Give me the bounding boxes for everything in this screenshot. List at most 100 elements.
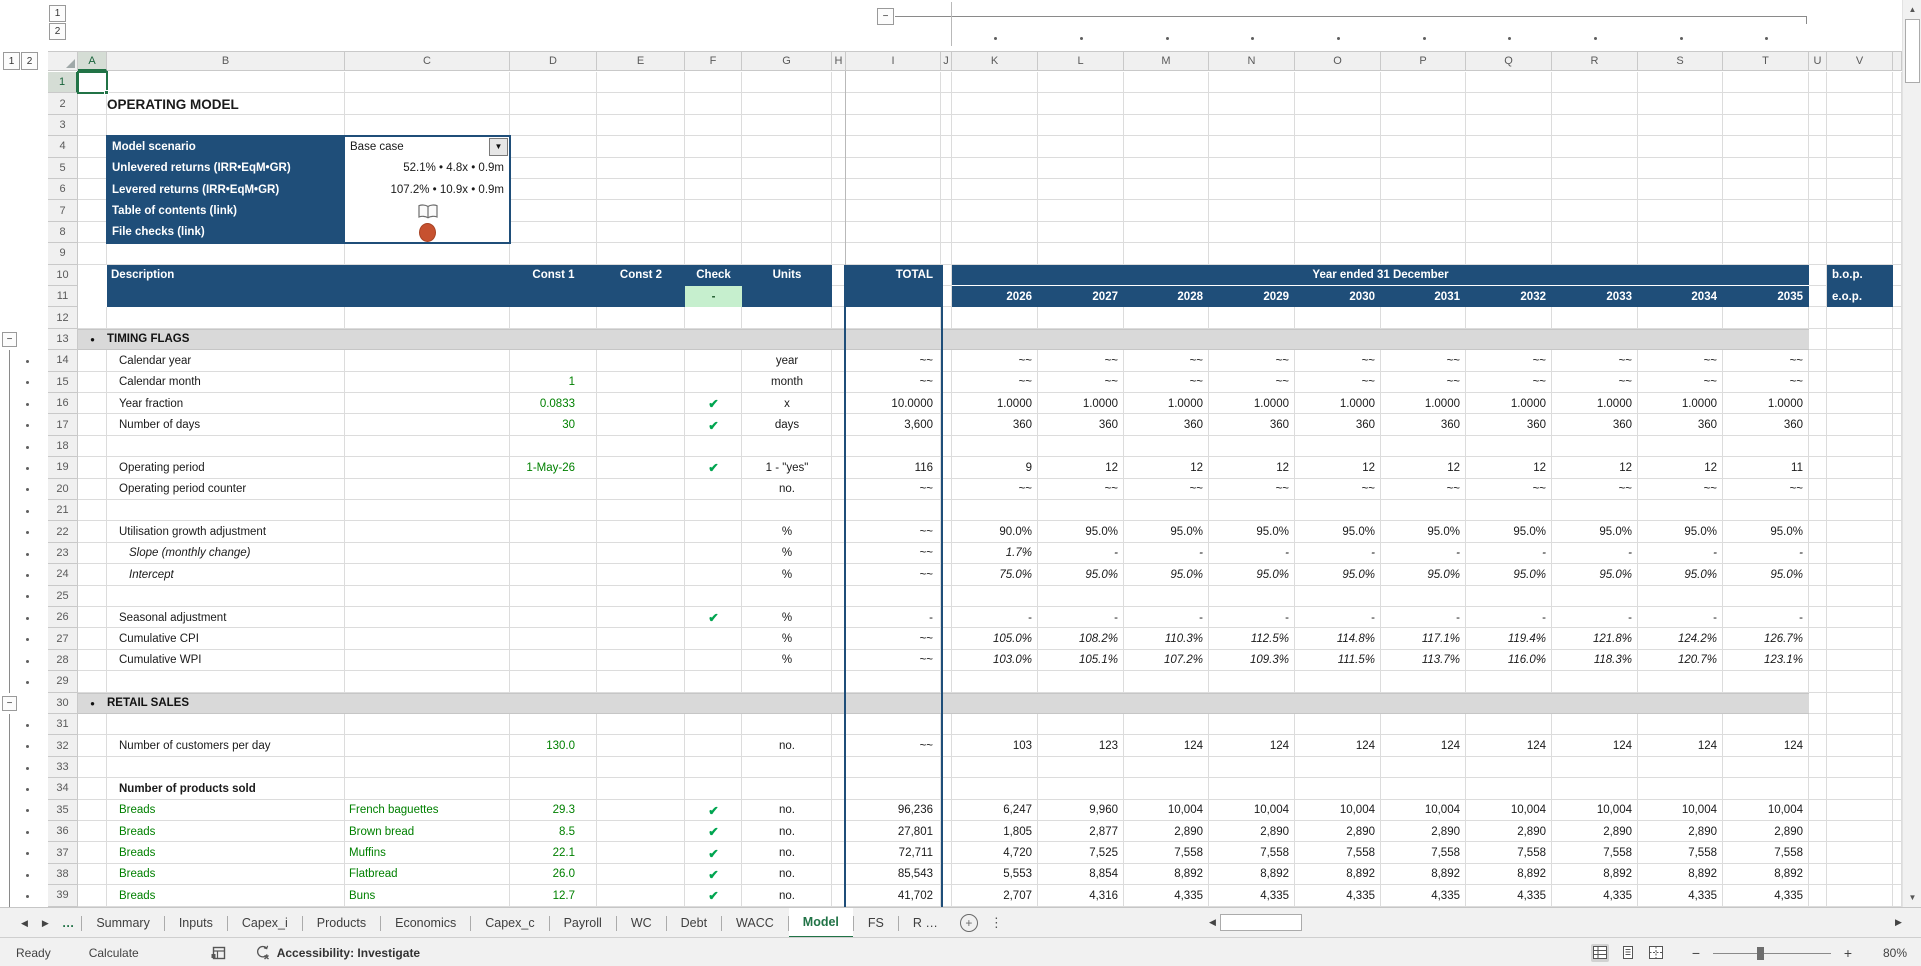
cell-S29[interactable]: [1638, 671, 1723, 693]
cell-U4[interactable]: [1809, 136, 1827, 158]
cell-A32[interactable]: [78, 735, 107, 757]
cell-N25[interactable]: [1209, 585, 1295, 607]
cell-V13[interactable]: [1827, 328, 1893, 351]
cell-P4[interactable]: [1381, 136, 1466, 158]
cell-J4[interactable]: [941, 136, 952, 158]
cell-R6[interactable]: [1552, 179, 1638, 201]
cell-I9[interactable]: [846, 243, 941, 265]
tab-nav-right-icon[interactable]: ▶: [35, 908, 56, 938]
cell-U1[interactable]: [1809, 72, 1827, 94]
cell-J28[interactable]: [941, 649, 952, 672]
cell-L4[interactable]: [1038, 136, 1124, 158]
cell-A17[interactable]: [78, 414, 107, 436]
cell-E33[interactable]: [597, 756, 685, 779]
cell-K4[interactable]: [952, 136, 1038, 158]
cell-E37[interactable]: [597, 842, 685, 864]
cell-W30[interactable]: [1893, 692, 1902, 714]
cell-E34[interactable]: [597, 778, 685, 800]
cell-V38[interactable]: [1827, 863, 1893, 886]
cell-U13[interactable]: [1809, 328, 1827, 351]
cell-E22[interactable]: [597, 521, 685, 543]
cell-L8[interactable]: [1038, 221, 1124, 244]
cell-V24[interactable]: [1827, 564, 1893, 586]
cell-V8[interactable]: [1827, 221, 1893, 244]
cell-J36[interactable]: [941, 821, 952, 843]
cell-R29[interactable]: [1552, 671, 1638, 693]
cell-E36[interactable]: [597, 821, 685, 843]
row-header-28[interactable]: 28: [48, 649, 78, 672]
cell-J18[interactable]: [941, 435, 952, 458]
sheet-tab-fs[interactable]: FS: [854, 908, 898, 938]
cell-E32[interactable]: [597, 735, 685, 757]
cell-G25[interactable]: [742, 585, 832, 607]
cell-G3[interactable]: [742, 114, 832, 137]
sheet-tab-debt[interactable]: Debt: [667, 908, 721, 938]
cell-W27[interactable]: [1893, 628, 1902, 650]
cell-A24[interactable]: [78, 564, 107, 586]
vertical-scroll-thumb[interactable]: [1905, 19, 1920, 83]
cell-W14[interactable]: [1893, 350, 1902, 372]
cell-Q6[interactable]: [1466, 179, 1552, 201]
row-header-10[interactable]: 10: [48, 264, 78, 286]
cell-E17[interactable]: [597, 414, 685, 436]
cell-F8[interactable]: [685, 221, 742, 244]
cell-N8[interactable]: [1209, 221, 1295, 244]
cell-C2[interactable]: [345, 93, 510, 115]
cell-A5[interactable]: [78, 157, 107, 179]
sheet-tab-wacc[interactable]: WACC: [722, 908, 788, 938]
cell-N7[interactable]: [1209, 200, 1295, 222]
cell-H35[interactable]: [832, 799, 846, 821]
cell-O7[interactable]: [1295, 200, 1381, 222]
scenario-dropdown-arrow-icon[interactable]: ▼: [489, 138, 508, 156]
cell-I1[interactable]: [846, 72, 941, 94]
cell-A20[interactable]: [78, 478, 107, 500]
cell-D9[interactable]: [510, 243, 597, 265]
cell-C17[interactable]: [345, 414, 510, 436]
cell-M8[interactable]: [1124, 221, 1209, 244]
macro-record-icon[interactable]: [211, 946, 226, 960]
sheet-tab-wc[interactable]: WC: [617, 908, 666, 938]
cell-U3[interactable]: [1809, 114, 1827, 137]
cell-V5[interactable]: [1827, 157, 1893, 179]
cell-U32[interactable]: [1809, 735, 1827, 757]
cell-O8[interactable]: [1295, 221, 1381, 244]
cell-D5[interactable]: [510, 157, 597, 179]
cell-Q34[interactable]: [1466, 778, 1552, 800]
cell-R34[interactable]: [1552, 778, 1638, 800]
cell-P8[interactable]: [1381, 221, 1466, 244]
cell-K1[interactable]: [952, 72, 1038, 94]
row-header-21[interactable]: 21: [48, 500, 78, 522]
cell-A37[interactable]: [78, 842, 107, 864]
cell-G18[interactable]: [742, 435, 832, 458]
cell-U28[interactable]: [1809, 649, 1827, 672]
cell-F15[interactable]: [685, 371, 742, 393]
cell-J35[interactable]: [941, 799, 952, 821]
cell-D12[interactable]: [510, 307, 597, 329]
cell-W10[interactable]: [1893, 264, 1902, 286]
cell-N5[interactable]: [1209, 157, 1295, 179]
cell-D33[interactable]: [510, 756, 597, 779]
hscroll-right-icon[interactable]: ▶: [1895, 917, 1902, 928]
cell-A15[interactable]: [78, 371, 107, 393]
cell-L9[interactable]: [1038, 243, 1124, 265]
cell-Q25[interactable]: [1466, 585, 1552, 607]
cell-W7[interactable]: [1893, 200, 1902, 222]
tab-nav-left-icon[interactable]: ◀: [14, 908, 35, 938]
cell-Q31[interactable]: [1466, 714, 1552, 736]
cell-D28[interactable]: [510, 649, 597, 672]
cell-J33[interactable]: [941, 756, 952, 779]
row-header-25[interactable]: 25: [48, 585, 78, 607]
cell-B12[interactable]: [107, 307, 345, 329]
cell-T29[interactable]: [1723, 671, 1809, 693]
cell-W33[interactable]: [1893, 756, 1902, 779]
cell-E3[interactable]: [597, 114, 685, 137]
cell-K7[interactable]: [952, 200, 1038, 222]
cell-U5[interactable]: [1809, 157, 1827, 179]
cell-G33[interactable]: [742, 756, 832, 779]
cell-P31[interactable]: [1381, 714, 1466, 736]
row-header-30[interactable]: 30: [48, 692, 78, 714]
cell-A7[interactable]: [78, 200, 107, 222]
cell-E5[interactable]: [597, 157, 685, 179]
cell-C23[interactable]: [345, 542, 510, 565]
cell-A26[interactable]: [78, 607, 107, 629]
